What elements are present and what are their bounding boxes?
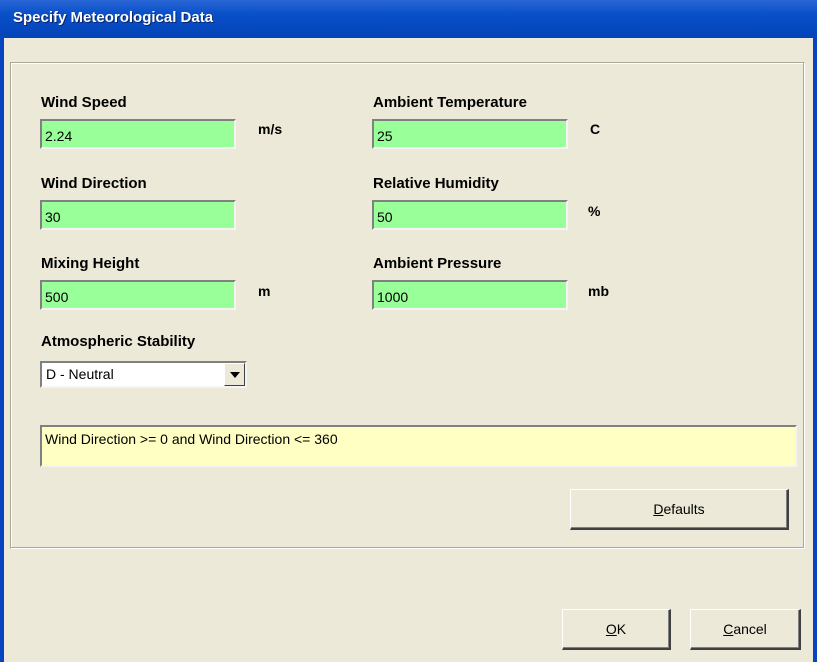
ambient-temperature-label: Ambient Temperature [373, 94, 527, 111]
wind-direction-input[interactable] [40, 200, 236, 230]
ambient-pressure-input[interactable] [372, 280, 568, 310]
window-frame-right [813, 38, 817, 662]
defaults-button-label: Defaults [653, 501, 705, 517]
stability-selected-value: D - Neutral [46, 366, 114, 382]
cancel-button-label: Cancel [723, 621, 767, 637]
wind-direction-label: Wind Direction [41, 175, 147, 192]
defaults-button[interactable]: Defaults [570, 489, 789, 530]
relative-humidity-label: Relative Humidity [373, 175, 499, 192]
mixing-height-unit: m [258, 283, 271, 299]
ok-button-label: OK [605, 621, 627, 637]
validation-message-box: Wind Direction >= 0 and Wind Direction <… [40, 425, 797, 467]
wind-speed-unit: m/s [258, 121, 283, 137]
chevron-down-icon [230, 372, 240, 378]
mixing-height-input[interactable] [40, 280, 236, 310]
window-title: Specify Meteorological Data [13, 9, 214, 26]
dropdown-arrow-button[interactable] [224, 363, 245, 386]
ambient-pressure-label: Ambient Pressure [373, 255, 502, 272]
relative-humidity-input[interactable] [372, 200, 568, 230]
wind-speed-label: Wind Speed [41, 94, 127, 111]
ambient-pressure-unit: mb [588, 283, 609, 299]
ambient-temperature-unit: C [590, 121, 601, 137]
title-bar[interactable]: Specify Meteorological Data [0, 0, 817, 38]
window-frame-left [0, 38, 4, 662]
cancel-button[interactable]: Cancel [690, 609, 801, 650]
ok-button[interactable]: OK [562, 609, 671, 650]
ambient-temperature-input[interactable] [372, 119, 568, 149]
mixing-height-label: Mixing Height [41, 255, 140, 272]
relative-humidity-unit: % [588, 203, 601, 219]
wind-speed-input[interactable] [40, 119, 236, 149]
atmospheric-stability-select[interactable]: D - Neutral [40, 361, 247, 388]
atmospheric-stability-label: Atmospheric Stability [41, 333, 196, 350]
